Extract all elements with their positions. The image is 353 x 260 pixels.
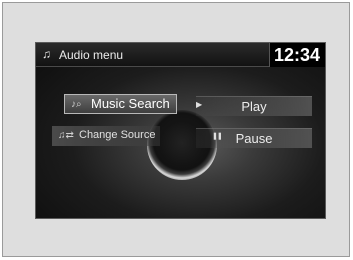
pause-icon: ❚❚ (212, 133, 223, 140)
change-source-label: Change Source (79, 129, 156, 141)
music-search-icon: ♪⌕ (71, 99, 82, 110)
change-source-icon: ♫⇄ (58, 130, 74, 141)
music-search-button[interactable]: ♪⌕ Music Search (64, 94, 177, 114)
header-bar: ♫ Audio menu 12:34 (36, 43, 325, 67)
play-button[interactable]: Play (196, 96, 312, 116)
music-search-label: Music Search (91, 96, 170, 111)
clock-box: 12:34 (269, 43, 325, 67)
audio-menu-screen: ♫ Audio menu 12:34 ♪⌕ Music Search ♫⇄ Ch… (35, 42, 326, 219)
play-label: Play (241, 99, 267, 114)
page-title: Audio menu (59, 48, 124, 62)
music-note-icon: ♫ (42, 47, 51, 61)
change-source-button[interactable]: ♫⇄ Change Source (52, 126, 160, 146)
clock-display: 12:34 (273, 45, 320, 65)
play-icon: ▶ (196, 100, 203, 109)
